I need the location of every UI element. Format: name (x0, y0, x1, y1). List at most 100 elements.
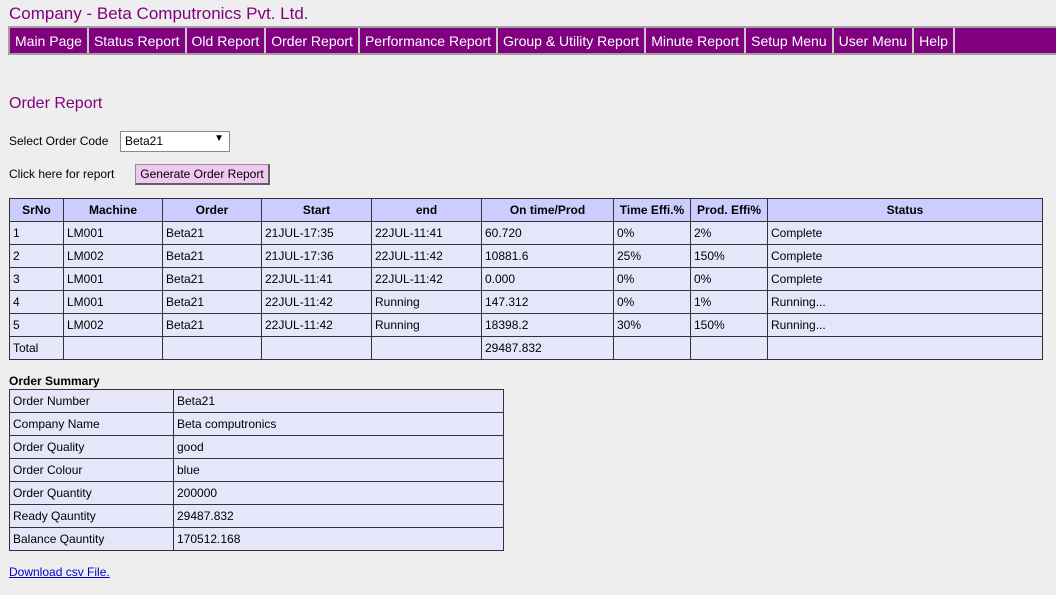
table-cell: 30% (613, 313, 691, 337)
col-header-start: Start (261, 198, 372, 222)
summary-row: Order Number Beta21 (9, 389, 504, 413)
table-cell: Beta21 (162, 267, 262, 291)
summary-row: Company Name Beta computronics (9, 412, 504, 436)
table-cell: Beta21 (162, 244, 262, 268)
summary-value: Beta computronics (173, 412, 504, 436)
summary-value: good (173, 435, 504, 459)
table-cell (690, 336, 768, 360)
table-total-row: Total 29487.832 (9, 336, 1043, 360)
table-cell: Beta21 (162, 313, 262, 337)
summary-label: Balance Qauntity (9, 527, 174, 551)
summary-label: Order Number (9, 389, 174, 413)
nav-user-menu[interactable]: User Menu (831, 28, 912, 53)
table-cell: LM001 (63, 267, 163, 291)
summary-value: Beta21 (173, 389, 504, 413)
table-cell: 2 (9, 244, 64, 268)
summary-label: Order Quantity (9, 481, 174, 505)
table-row: 1 LM001 Beta21 21JUL-17:35 22JUL-11:41 60.720… (9, 221, 1043, 245)
table-cell: Beta21 (162, 221, 262, 245)
download-csv-link[interactable]: Download csv File. (9, 565, 110, 579)
table-cell (162, 336, 262, 360)
summary-row: Order Colour blue (9, 458, 504, 482)
table-cell: Running (371, 313, 482, 337)
table-cell: 22JUL-11:42 (371, 267, 482, 291)
nav-setup-menu[interactable]: Setup Menu (744, 28, 832, 53)
table-cell: LM002 (63, 313, 163, 337)
nav-help[interactable]: Help (912, 28, 955, 53)
order-code-value: Beta21 (125, 134, 164, 148)
summary-label: Company Name (9, 412, 174, 436)
summary-label: Order Quality (9, 435, 174, 459)
col-header-order: Order (162, 198, 262, 222)
summary-row: Ready Qauntity 29487.832 (9, 504, 504, 528)
summary-value: blue (173, 458, 504, 482)
table-cell: Beta21 (162, 290, 262, 314)
table-cell: 1% (690, 290, 768, 314)
nav-group-utility-report[interactable]: Group & Utility Report (496, 28, 644, 53)
table-cell (261, 336, 372, 360)
col-header-srno: SrNo (9, 198, 64, 222)
table-cell: Running... (767, 290, 1043, 314)
table-cell: LM001 (63, 221, 163, 245)
table-cell: 10881.6 (481, 244, 614, 268)
page-title: Order Report (9, 95, 103, 112)
nav-minute-report[interactable]: Minute Report (644, 28, 744, 53)
table-cell: Running... (767, 313, 1043, 337)
table-row: 5 LM002 Beta21 22JUL-11:42 Running 18398.2 30%… (9, 313, 1043, 337)
table-cell: 22JUL-11:42 (261, 313, 372, 337)
table-cell (371, 336, 482, 360)
col-header-time-effi: Time Effi.% (613, 198, 691, 222)
table-cell: Complete (767, 267, 1043, 291)
table-cell: 0.000 (481, 267, 614, 291)
summary-value: 170512.168 (173, 527, 504, 551)
table-cell: Complete (767, 221, 1043, 245)
table-cell: 2% (690, 221, 768, 245)
table-cell: 21JUL-17:36 (261, 244, 372, 268)
col-header-prod-effi: Prod. Effi% (690, 198, 768, 222)
table-cell: 60.720 (481, 221, 614, 245)
table-cell: Running (371, 290, 482, 314)
table-cell: 150% (690, 313, 768, 337)
company-title: Company - Beta Computronics Pvt. Ltd. (9, 4, 309, 23)
order-summary-title: Order Summary (9, 374, 100, 388)
dropdown-arrow-icon: ▼ (214, 133, 224, 144)
nav-old-report[interactable]: Old Report (184, 28, 265, 53)
table-row: 3 LM001 Beta21 22JUL-11:41 22JUL-11:42 0.000 0… (9, 267, 1043, 291)
table-cell: 22JUL-11:41 (371, 221, 482, 245)
table-cell: 22JUL-11:42 (371, 244, 482, 268)
summary-value: 200000 (173, 481, 504, 505)
nav-order-report[interactable]: Order Report (264, 28, 358, 53)
order-code-select[interactable]: Beta21 ▼ (120, 131, 230, 152)
col-header-status: Status (767, 198, 1043, 222)
table-cell: 29487.832 (481, 336, 614, 360)
table-cell: 3 (9, 267, 64, 291)
col-header-ontime-prod: On time/Prod (481, 198, 614, 222)
summary-label: Order Colour (9, 458, 174, 482)
nav-performance-report[interactable]: Performance Report (357, 28, 496, 53)
col-header-end: end (371, 198, 482, 222)
nav-status-report[interactable]: Status Report (86, 28, 185, 53)
table-cell: 4 (9, 290, 64, 314)
table-cell: LM002 (63, 244, 163, 268)
table-cell: 21JUL-17:35 (261, 221, 372, 245)
table-cell: 0% (690, 267, 768, 291)
summary-row: Order Quality good (9, 435, 504, 459)
table-cell (767, 336, 1043, 360)
order-summary-table: Order Number Beta21 Company Name Beta compu… (9, 389, 504, 551)
table-cell: 0% (613, 221, 691, 245)
table-cell: 147.312 (481, 290, 614, 314)
table-cell: 1 (9, 221, 64, 245)
main-navbar: Main Page Status Report Old Report Order… (8, 26, 1056, 55)
generate-order-report-button[interactable]: Generate Order Report (135, 164, 270, 185)
summary-value: 29487.832 (173, 504, 504, 528)
nav-main-page[interactable]: Main Page (8, 28, 87, 53)
table-cell: 0% (613, 267, 691, 291)
table-cell (63, 336, 163, 360)
table-row: 4 LM001 Beta21 22JUL-11:42 Running 147.312 0% 1… (9, 290, 1043, 314)
table-cell: 22JUL-11:42 (261, 290, 372, 314)
table-cell: Complete (767, 244, 1043, 268)
table-cell: 18398.2 (481, 313, 614, 337)
table-cell: 5 (9, 313, 64, 337)
table-cell: LM001 (63, 290, 163, 314)
table-cell (613, 336, 691, 360)
